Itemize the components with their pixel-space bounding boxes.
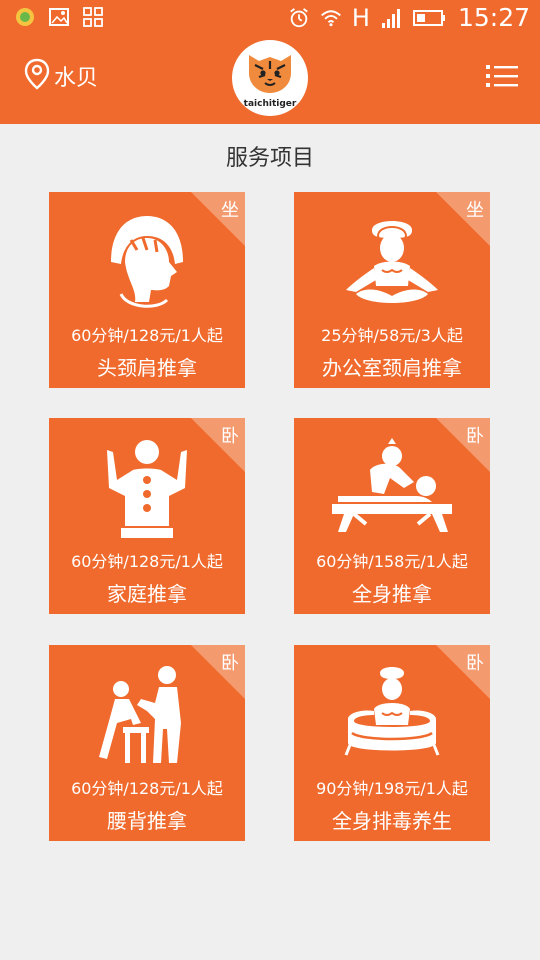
service-card-home[interactable]: 卧 60分钟/128元/1人起 家庭推拿 — [49, 418, 245, 614]
section-title: 服务项目 — [225, 146, 314, 171]
brand-logo: taichitiger — [232, 40, 308, 116]
service-tag: 卧 — [466, 653, 484, 674]
service-price: 25分钟/58元/3人起 — [321, 326, 463, 345]
service-card-office[interactable]: 坐 25分钟/58元/3人起 办公室颈肩推拿 — [294, 192, 490, 388]
service-tag: 卧 — [466, 426, 484, 447]
service-tag: 卧 — [221, 653, 239, 674]
alarm-icon — [288, 7, 310, 29]
service-price: 60分钟/128元/1人起 — [71, 552, 223, 571]
service-tag: 卧 — [221, 426, 239, 447]
clock-time: 15:27 — [457, 3, 530, 32]
status-left-icons — [14, 6, 104, 28]
service-name: 头颈肩推拿 — [97, 356, 197, 380]
meditation-icon — [346, 221, 438, 303]
battery-icon — [412, 7, 448, 29]
service-price: 60分钟/128元/1人起 — [71, 779, 223, 798]
screen: H 15:27 水贝 taichitiger 服务项目 坐 60分钟/128元/… — [0, 0, 540, 960]
status-bar: H 15:27 — [0, 0, 540, 36]
back-massage-icon — [99, 666, 181, 763]
service-tag: 坐 — [466, 200, 484, 221]
service-name: 家庭推拿 — [107, 582, 187, 606]
service-price: 90分钟/198元/1人起 — [316, 779, 468, 798]
app-header: 水贝 taichitiger — [0, 36, 540, 124]
back-points-icon — [107, 440, 187, 538]
list-menu-icon — [486, 65, 518, 87]
gallery-icon — [48, 6, 70, 28]
location-selector[interactable]: 水贝 — [24, 58, 98, 94]
location-label: 水贝 — [54, 66, 99, 91]
service-card-waist-back[interactable]: 卧 60分钟/128元/1人起 腰背推拿 — [49, 645, 245, 841]
location-pin-icon — [24, 58, 50, 94]
app-notification-icon — [14, 6, 36, 28]
body-massage-icon — [332, 438, 452, 532]
head-massage-icon — [111, 216, 183, 308]
service-price: 60分钟/128元/1人起 — [71, 326, 223, 345]
menu-button[interactable] — [486, 62, 518, 90]
service-card-head-neck[interactable]: 坐 60分钟/128元/1人起 头颈肩推拿 — [49, 192, 245, 388]
bath-icon — [344, 667, 440, 756]
apps-grid-icon — [82, 6, 104, 28]
signal-icon — [380, 7, 402, 29]
status-right-icons: H 15:27 — [288, 3, 530, 33]
network-type-label: H — [351, 4, 370, 32]
service-name: 办公室颈肩推拿 — [322, 356, 462, 380]
service-tag: 坐 — [221, 200, 239, 221]
logo-text: taichitiger — [244, 99, 297, 109]
service-name: 全身推拿 — [352, 582, 432, 606]
wifi-icon — [320, 7, 342, 29]
service-card-detox[interactable]: 卧 90分钟/198元/1人起 全身排毒养生 — [294, 645, 490, 841]
service-name: 全身排毒养生 — [332, 809, 452, 833]
service-price: 60分钟/158元/1人起 — [316, 552, 468, 571]
service-name: 腰背推拿 — [107, 809, 187, 833]
service-card-full-body[interactable]: 卧 60分钟/158元/1人起 全身推拿 — [294, 418, 490, 614]
